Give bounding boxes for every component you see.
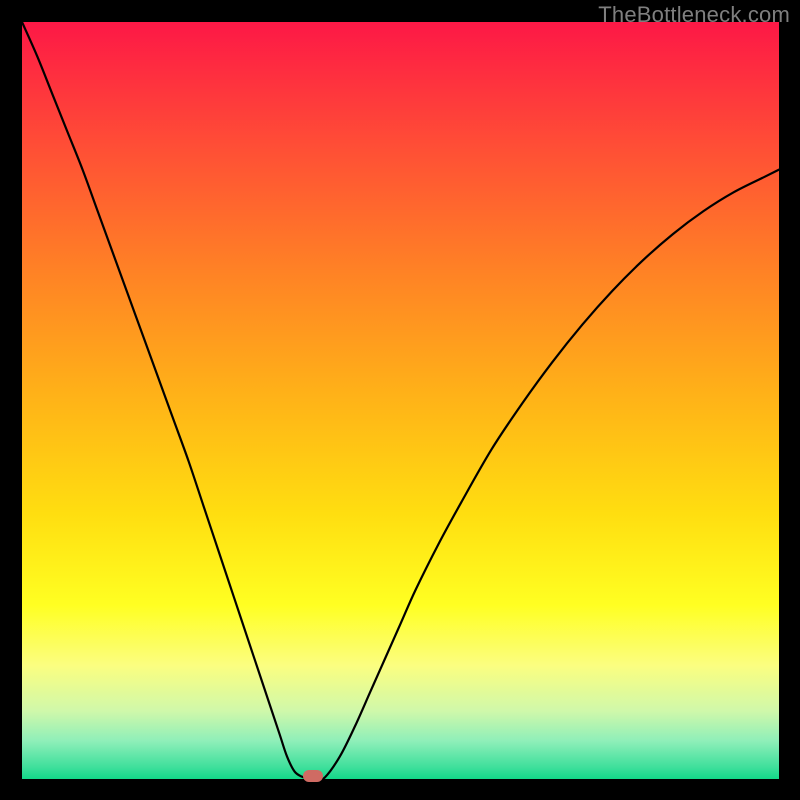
chart-frame: TheBottleneck.com — [0, 0, 800, 800]
bottleneck-curve — [22, 22, 779, 779]
watermark-text: TheBottleneck.com — [598, 2, 790, 28]
optimal-point-marker — [303, 770, 323, 782]
plot-area — [22, 22, 779, 779]
